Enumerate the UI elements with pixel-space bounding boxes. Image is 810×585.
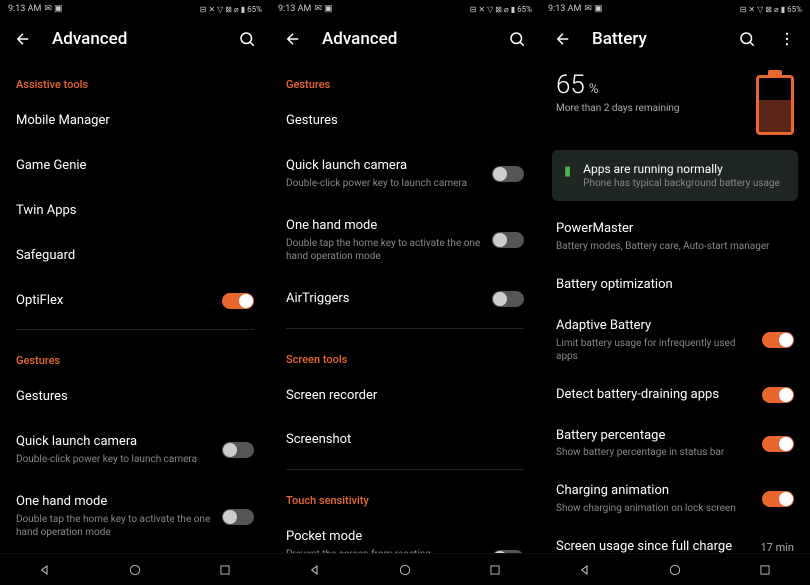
screen-battery: 9:13 AM ✉ ▣ ⊟ ✕ ▽ ⊠ ⌀ ▮ 65% Battery 65% … bbox=[540, 0, 810, 585]
back-button[interactable] bbox=[12, 28, 34, 50]
page-title: Battery bbox=[592, 29, 718, 49]
back-button[interactable] bbox=[552, 28, 574, 50]
status-left-icons: ✉ ▣ bbox=[584, 4, 602, 14]
battery-icon-small: ▮ bbox=[511, 5, 515, 14]
item-optiflex[interactable]: OptiFlex bbox=[16, 279, 254, 324]
toggle-one-hand[interactable] bbox=[492, 232, 524, 248]
content: Gestures Gestures Quick launch cameraDou… bbox=[270, 60, 540, 553]
battery-percent: 65% bbox=[556, 70, 736, 100]
item-game-genie[interactable]: Game Genie bbox=[16, 144, 254, 189]
header: Advanced bbox=[0, 18, 270, 60]
battery-icon-small: ▮ bbox=[781, 5, 785, 14]
status-time: 9:13 AM bbox=[278, 4, 311, 14]
more-button[interactable] bbox=[776, 28, 798, 50]
status-bar: 9:13 AM ✉ ▣ ⊟ ✕ ▽ ⊠ ⌀ ▮ 65% bbox=[540, 0, 810, 18]
status-ok-icon: ▮ bbox=[564, 164, 571, 179]
page-title: Advanced bbox=[322, 29, 488, 49]
header: Advanced bbox=[270, 18, 540, 60]
nav-home[interactable] bbox=[385, 560, 425, 580]
divider bbox=[286, 328, 524, 329]
battery-icon-small: ▮ bbox=[241, 5, 245, 14]
toggle-airtriggers[interactable] bbox=[492, 291, 524, 307]
item-screen-recorder[interactable]: Screen recorder bbox=[286, 374, 524, 419]
section-gestures: Gestures bbox=[286, 60, 524, 99]
back-button[interactable] bbox=[282, 28, 304, 50]
status-right-icons: ⊟ ✕ ▽ ⊠ ⌀ bbox=[740, 5, 779, 14]
item-pocket-mode[interactable]: Pocket modePrevent the screen from react… bbox=[286, 515, 524, 553]
nav-recent[interactable] bbox=[745, 560, 785, 580]
toggle-detect-draining[interactable] bbox=[762, 387, 794, 403]
status-right-icons: ⊟ ✕ ▽ ⊠ ⌀ bbox=[200, 5, 239, 14]
status-bar: 9:13 AM ✉ ▣ ⊟ ✕ ▽ ⊠ ⌀ ▮ 65% bbox=[0, 0, 270, 18]
nav-back[interactable] bbox=[295, 560, 335, 580]
status-battery: 65% bbox=[247, 5, 262, 14]
status-battery: 65% bbox=[787, 5, 802, 14]
toggle-quick-launch[interactable] bbox=[222, 442, 254, 458]
battery-summary[interactable]: 65% More than 2 days remaining bbox=[540, 60, 810, 142]
nav-bar bbox=[540, 553, 810, 585]
item-gestures[interactable]: Gestures bbox=[286, 99, 524, 144]
status-time: 9:13 AM bbox=[8, 4, 41, 14]
item-one-hand-mode[interactable]: One hand modeDouble tap the home key to … bbox=[16, 480, 254, 553]
nav-home[interactable] bbox=[655, 560, 695, 580]
item-adaptive-battery[interactable]: Adaptive BatteryLimit battery usage for … bbox=[540, 306, 810, 375]
nav-home[interactable] bbox=[115, 560, 155, 580]
status-bar: 9:13 AM ✉ ▣ ⊟ ✕ ▽ ⊠ ⌀ ▮ 65% bbox=[270, 0, 540, 18]
nav-recent[interactable] bbox=[475, 560, 515, 580]
divider bbox=[16, 329, 254, 330]
item-airtriggers[interactable]: AirTriggers bbox=[286, 277, 524, 322]
item-powermaster[interactable]: PowerMasterBattery modes, Battery care, … bbox=[540, 209, 810, 265]
item-screen-usage[interactable]: Screen usage since full charge17 min bbox=[540, 527, 810, 553]
nav-recent[interactable] bbox=[205, 560, 245, 580]
item-battery-optimization[interactable]: Battery optimization bbox=[540, 265, 810, 306]
search-button[interactable] bbox=[236, 28, 258, 50]
status-battery: 65% bbox=[517, 5, 532, 14]
item-screenshot[interactable]: Screenshot bbox=[286, 418, 524, 463]
item-mobile-manager[interactable]: Mobile Manager bbox=[16, 99, 254, 144]
screen-usage-value: 17 min bbox=[761, 541, 795, 553]
section-touch-sensitivity: Touch sensitivity bbox=[286, 476, 524, 515]
item-twin-apps[interactable]: Twin Apps bbox=[16, 189, 254, 234]
toggle-optiflex[interactable] bbox=[222, 293, 254, 309]
item-battery-percentage[interactable]: Battery percentageShow battery percentag… bbox=[540, 416, 810, 472]
screen-advanced-1: 9:13 AM ✉ ▣ ⊟ ✕ ▽ ⊠ ⌀ ▮ 65% Advanced Ass… bbox=[0, 0, 270, 585]
item-one-hand-mode[interactable]: One hand modeDouble tap the home key to … bbox=[286, 204, 524, 277]
item-safeguard[interactable]: Safeguard bbox=[16, 234, 254, 279]
battery-graphic-icon bbox=[756, 70, 794, 136]
search-button[interactable] bbox=[506, 28, 528, 50]
toggle-quick-launch[interactable] bbox=[492, 166, 524, 182]
content: Assistive tools Mobile Manager Game Geni… bbox=[0, 60, 270, 553]
section-gestures: Gestures bbox=[16, 336, 254, 375]
screen-advanced-2: 9:13 AM ✉ ▣ ⊟ ✕ ▽ ⊠ ⌀ ▮ 65% Advanced Ges… bbox=[270, 0, 540, 585]
status-right-icons: ⊟ ✕ ▽ ⊠ ⌀ bbox=[470, 5, 509, 14]
item-detect-draining[interactable]: Detect battery-draining apps bbox=[540, 375, 810, 416]
divider bbox=[286, 469, 524, 470]
nav-back[interactable] bbox=[25, 560, 65, 580]
status-left-icons: ✉ ▣ bbox=[314, 4, 332, 14]
battery-remaining: More than 2 days remaining bbox=[556, 102, 736, 115]
section-screen-tools: Screen tools bbox=[286, 335, 524, 374]
search-button[interactable] bbox=[736, 28, 758, 50]
item-quick-launch-camera[interactable]: Quick launch cameraDouble-click power ke… bbox=[286, 144, 524, 204]
toggle-pocket-mode[interactable] bbox=[492, 550, 524, 553]
toggle-battery-percentage[interactable] bbox=[762, 436, 794, 452]
toggle-charging-animation[interactable] bbox=[762, 491, 794, 507]
page-title: Advanced bbox=[52, 29, 218, 49]
nav-back[interactable] bbox=[565, 560, 605, 580]
item-charging-animation[interactable]: Charging animationShow charging animatio… bbox=[540, 471, 810, 527]
section-assistive-tools: Assistive tools bbox=[16, 60, 254, 99]
nav-bar bbox=[270, 553, 540, 585]
item-gestures[interactable]: Gestures bbox=[16, 375, 254, 420]
toggle-adaptive-battery[interactable] bbox=[762, 332, 794, 348]
status-left-icons: ✉ ▣ bbox=[44, 4, 62, 14]
status-card[interactable]: ▮ Apps are running normally Phone has ty… bbox=[552, 150, 798, 201]
toggle-one-hand[interactable] bbox=[222, 509, 254, 525]
status-card-sub: Phone has typical background battery usa… bbox=[583, 178, 780, 189]
status-card-title: Apps are running normally bbox=[583, 162, 780, 176]
content: 65% More than 2 days remaining ▮ Apps ar… bbox=[540, 60, 810, 553]
nav-bar bbox=[0, 553, 270, 585]
status-time: 9:13 AM bbox=[548, 4, 581, 14]
header: Battery bbox=[540, 18, 810, 60]
item-quick-launch-camera[interactable]: Quick launch cameraDouble-click power ke… bbox=[16, 420, 254, 480]
